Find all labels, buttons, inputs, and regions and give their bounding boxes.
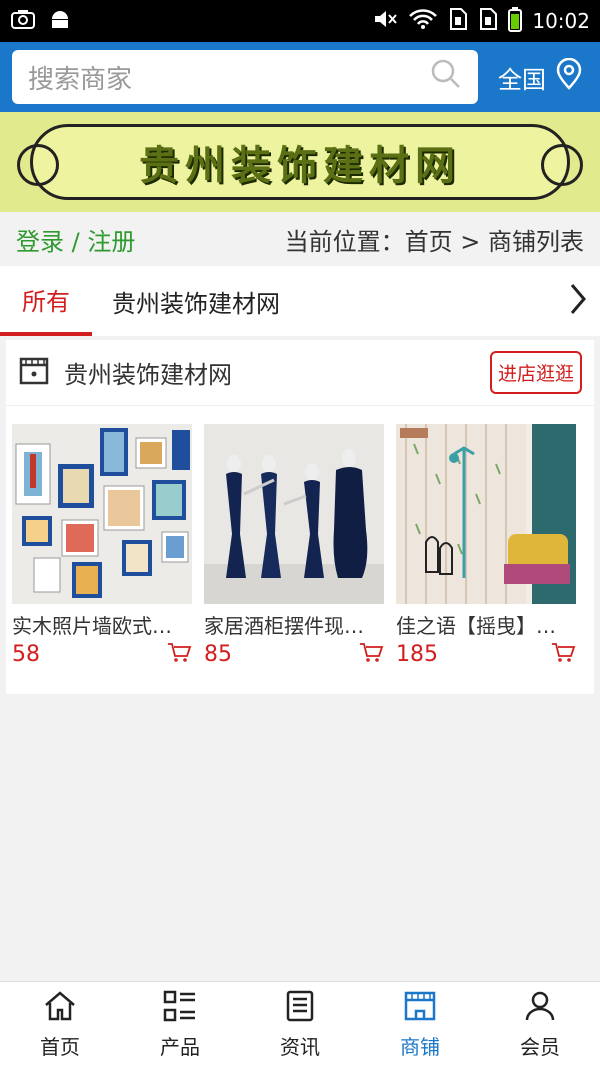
add-to-cart-icon[interactable] bbox=[166, 641, 192, 667]
product-name[interactable]: 家居酒柜摆件现… bbox=[204, 610, 384, 639]
visit-shop-button[interactable]: 进店逛逛 bbox=[489, 351, 582, 394]
search-icon[interactable] bbox=[430, 58, 462, 97]
battery-icon bbox=[508, 6, 523, 37]
product-card[interactable]: 家居酒柜摆件现… 85 bbox=[204, 424, 384, 667]
product-price: 58 bbox=[12, 641, 40, 667]
shop-header: 贵州装饰建材网 进店逛逛 bbox=[6, 340, 594, 406]
shop-card: 贵州装饰建材网 进店逛逛 实木照片墙欧式… 58 家居酒柜摆件现… 85 佳之语… bbox=[6, 340, 594, 694]
sim2-icon bbox=[478, 7, 498, 36]
header: 搜索商家 全国 bbox=[0, 42, 600, 112]
chevron-right-icon[interactable] bbox=[568, 282, 588, 320]
product-image-photo-wall[interactable] bbox=[12, 424, 192, 604]
nav-products[interactable]: 产品 bbox=[120, 982, 240, 1067]
breadcrumb: 当前位置：首页 > 商铺列表 bbox=[284, 227, 584, 256]
product-list: 实木照片墙欧式… 58 家居酒柜摆件现… 85 佳之语【摇曳】… 185 bbox=[6, 406, 594, 667]
nav-home-label: 首页 bbox=[40, 1034, 80, 1059]
product-name[interactable]: 实木照片墙欧式… bbox=[12, 610, 192, 639]
nav-news[interactable]: 资讯 bbox=[240, 982, 360, 1067]
shop-name: 贵州装饰建材网 bbox=[64, 361, 232, 389]
wifi-icon bbox=[408, 8, 438, 35]
breadcrumb-bar: 登录 / 注册 当前位置：首页 > 商铺列表 bbox=[0, 212, 600, 266]
sim1-icon bbox=[448, 7, 468, 36]
product-name[interactable]: 佳之语【摇曳】… bbox=[396, 610, 576, 639]
product-price: 185 bbox=[396, 641, 438, 667]
product-image-figurines[interactable] bbox=[204, 424, 384, 604]
add-to-cart-icon[interactable] bbox=[550, 641, 576, 667]
store-icon bbox=[18, 355, 50, 391]
grid-list-icon bbox=[163, 990, 197, 1027]
nav-stores-label: 商铺 bbox=[400, 1034, 440, 1059]
status-bar: 10:02 bbox=[0, 0, 600, 42]
nav-stores[interactable]: 商铺 bbox=[360, 982, 480, 1067]
banner-frame: 贵州装饰建材网 bbox=[17, 124, 583, 200]
region-label: 全国 bbox=[498, 65, 546, 94]
status-time: 10:02 bbox=[532, 9, 590, 33]
bottom-nav: 首页 产品 资讯 商铺 会员 bbox=[0, 981, 600, 1067]
banner-title: 贵州装饰建材网 bbox=[139, 142, 461, 189]
screenshot-icon bbox=[10, 8, 36, 34]
nav-member-label: 会员 bbox=[520, 1034, 560, 1059]
login-register-link[interactable]: 登录 / 注册 bbox=[16, 222, 135, 257]
tab-guizhou[interactable]: 贵州装饰建材网 bbox=[112, 266, 280, 336]
product-card[interactable]: 佳之语【摇曳】… 185 bbox=[396, 424, 576, 667]
category-tabs: 所有 贵州装饰建材网 bbox=[0, 266, 600, 336]
store-icon bbox=[403, 990, 437, 1027]
location-pin-icon bbox=[554, 57, 584, 96]
nav-home[interactable]: 首页 bbox=[0, 982, 120, 1067]
product-image-curtain[interactable] bbox=[396, 424, 576, 604]
android-icon bbox=[48, 7, 72, 35]
nav-member[interactable]: 会员 bbox=[480, 982, 600, 1067]
user-icon bbox=[524, 990, 556, 1027]
home-icon bbox=[43, 990, 77, 1027]
mute-icon bbox=[372, 8, 398, 35]
nav-products-label: 产品 bbox=[160, 1034, 200, 1059]
nav-news-label: 资讯 bbox=[280, 1034, 320, 1059]
add-to-cart-icon[interactable] bbox=[358, 641, 384, 667]
search-input[interactable]: 搜索商家 bbox=[12, 50, 478, 104]
tab-all[interactable]: 所有 bbox=[0, 266, 92, 336]
product-price: 85 bbox=[204, 641, 232, 667]
banner: 贵州装饰建材网 bbox=[0, 112, 600, 212]
news-icon bbox=[284, 990, 316, 1027]
search-placeholder: 搜索商家 bbox=[28, 64, 133, 95]
product-card[interactable]: 实木照片墙欧式… 58 bbox=[12, 424, 192, 667]
region-selector[interactable]: 全国 bbox=[498, 57, 584, 96]
